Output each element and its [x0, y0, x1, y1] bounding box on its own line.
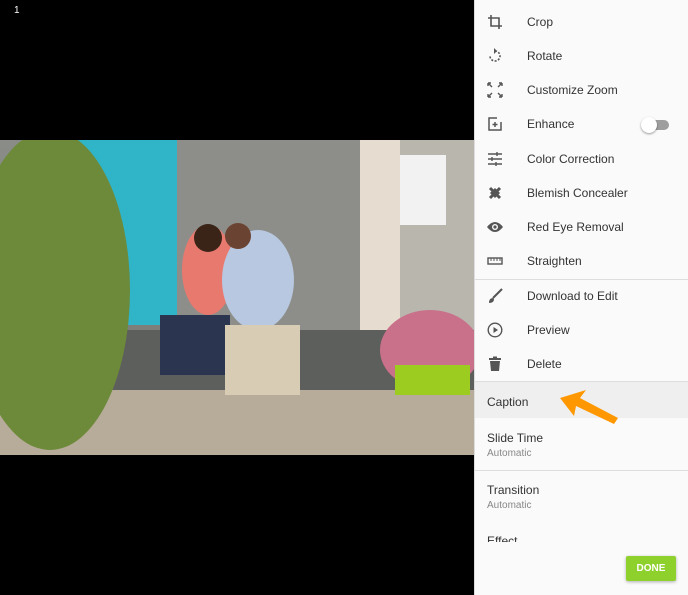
- photo: [0, 140, 474, 455]
- menu-item-rotate[interactable]: Rotate: [475, 39, 688, 73]
- brush-icon: [489, 288, 503, 303]
- effect-item[interactable]: Effect: [475, 534, 688, 542]
- trash-icon: [489, 356, 501, 371]
- menu-item-delete[interactable]: Delete: [475, 347, 688, 381]
- enhance-toggle[interactable]: [641, 117, 669, 133]
- menu-item-crop[interactable]: Crop: [475, 5, 688, 39]
- menu-item-download-to-edit[interactable]: Download to Edit: [475, 279, 688, 313]
- done-button[interactable]: DONE: [626, 556, 676, 581]
- eye-icon: [487, 222, 503, 232]
- bandage-icon: [488, 186, 502, 200]
- rotate-icon: [489, 48, 501, 62]
- menu-item-customize-zoom[interactable]: Customize Zoom: [475, 73, 688, 107]
- slide-time-item[interactable]: Slide Time Automatic: [475, 431, 688, 459]
- arrow-annotation: [560, 390, 618, 424]
- menu-item-color-correction[interactable]: Color Correction: [475, 142, 688, 176]
- zoom-icon: [487, 82, 503, 98]
- menu-item-preview[interactable]: Preview: [475, 313, 688, 347]
- enhance-icon: [488, 117, 502, 131]
- photo-viewer: 1: [0, 0, 474, 595]
- sliders-icon: [488, 152, 502, 166]
- crop-icon: [488, 15, 502, 29]
- edit-panel: Crop Rotate Customize Zoom Enhance Color…: [474, 0, 688, 595]
- divider: [475, 470, 688, 471]
- menu-item-straighten[interactable]: Straighten: [475, 244, 688, 278]
- transition-item[interactable]: Transition Automatic: [475, 483, 688, 511]
- menu-item-red-eye-removal[interactable]: Red Eye Removal: [475, 210, 688, 244]
- slide-number: 1: [14, 5, 20, 16]
- menu-item-blemish-concealer[interactable]: Blemish Concealer: [475, 176, 688, 210]
- play-icon: [487, 322, 503, 338]
- ruler-icon: [487, 257, 503, 265]
